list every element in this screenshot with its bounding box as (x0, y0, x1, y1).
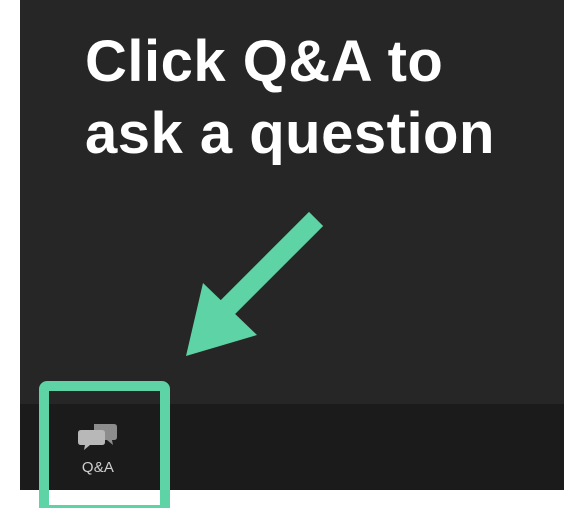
instruction-line-1: Click Q&A to (85, 29, 444, 94)
instruction-line-2: ask a question (85, 101, 495, 166)
qa-highlight-box (39, 381, 170, 508)
tutorial-screenshot: Click Q&A to ask a question Q&A (0, 0, 564, 508)
instruction-text: Click Q&A to ask a question (85, 26, 555, 170)
